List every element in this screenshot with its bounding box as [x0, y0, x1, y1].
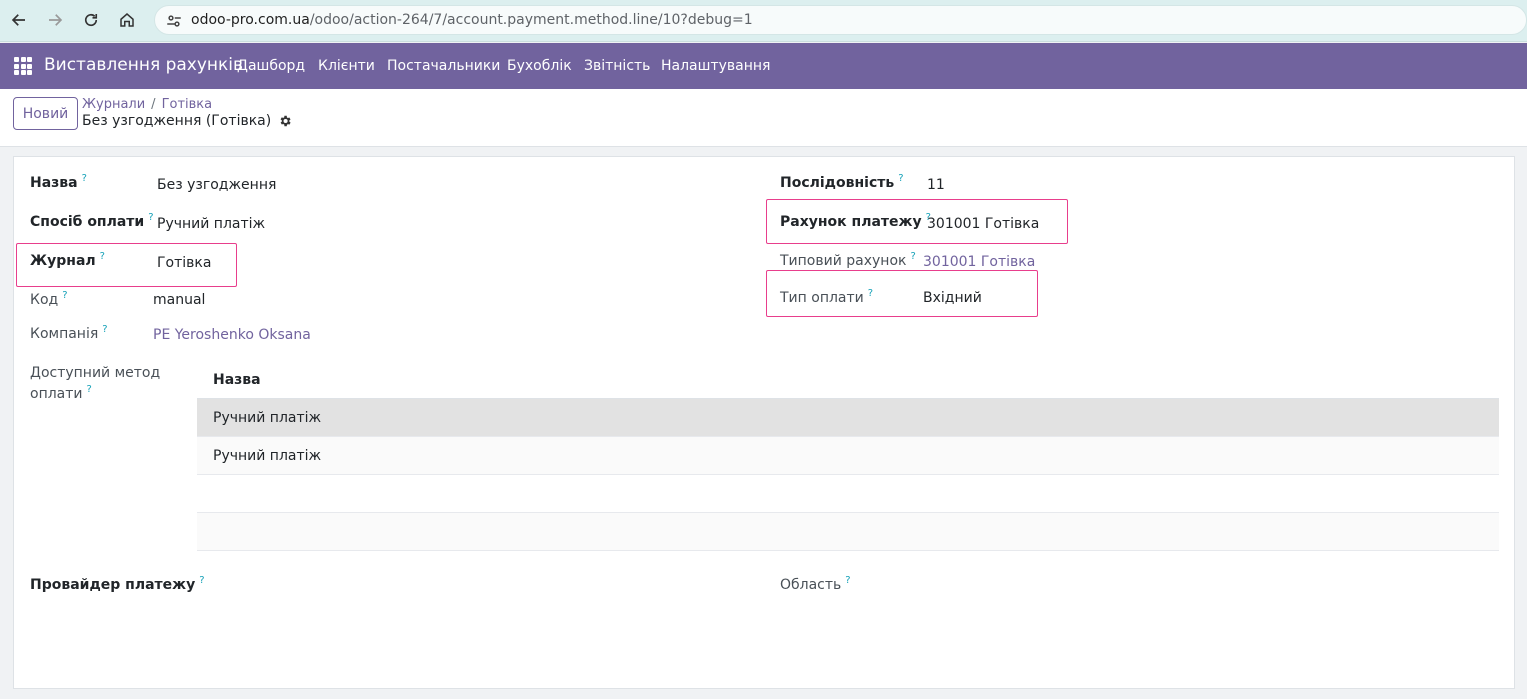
url-path: /odoo/action-264/7/account.payment.metho…: [309, 12, 753, 28]
breadcrumb-cash[interactable]: Готівка: [162, 97, 213, 112]
gear-icon[interactable]: [278, 114, 292, 128]
site-settings-icon[interactable]: [165, 12, 183, 30]
breadcrumb: Журнали / Готівка: [82, 97, 212, 112]
menu-vendors[interactable]: Постачальники: [387, 58, 500, 74]
payment-account-value[interactable]: 301001 Готівка: [927, 216, 1039, 232]
code-label: Код?: [30, 290, 68, 308]
help-icon[interactable]: ?: [100, 251, 105, 262]
back-icon[interactable]: [7, 8, 31, 32]
help-icon[interactable]: ?: [87, 384, 92, 395]
menu-customers[interactable]: Клієнти: [318, 58, 375, 74]
table-row-empty: [197, 513, 1499, 551]
forward-icon[interactable]: [43, 8, 67, 32]
new-button[interactable]: Новий: [13, 97, 78, 130]
payment-type-label: Тип оплати?: [780, 288, 874, 306]
table-header-name[interactable]: Назва: [197, 362, 1499, 399]
journal-value[interactable]: Готівка: [157, 255, 211, 271]
sequence-value[interactable]: 11: [927, 177, 945, 193]
apps-menu-icon[interactable]: [14, 57, 32, 75]
home-icon[interactable]: [115, 8, 139, 32]
menu-reporting[interactable]: Звітність: [584, 58, 650, 74]
name-label: Назва?: [30, 173, 87, 191]
name-value[interactable]: Без узгодження: [157, 177, 276, 193]
address-bar[interactable]: odoo-pro.com.ua/odoo/action-264/7/accoun…: [154, 5, 1527, 35]
default-account-label: Типовий рахунок?: [780, 251, 916, 269]
table-row-empty: [197, 475, 1499, 513]
menu-dashboard[interactable]: Дашборд: [237, 58, 305, 74]
journal-label: Журнал?: [30, 251, 105, 269]
app-title[interactable]: Виставлення рахунків: [44, 55, 243, 75]
payment-type-value: Вхідний: [923, 290, 982, 306]
table-row[interactable]: Ручний платіж: [197, 399, 1499, 437]
payment-account-label: Рахунок платежу?: [780, 212, 931, 230]
company-link[interactable]: PE Yeroshenko Oksana: [153, 327, 311, 343]
menu-configuration[interactable]: Налаштування: [661, 58, 770, 74]
record-title: Без узгодження (Готівка): [82, 113, 292, 129]
control-panel: Новий Журнали / Готівка Без узгодження (Го…: [0, 89, 1527, 147]
area-label: Область?: [780, 575, 851, 593]
help-icon[interactable]: ?: [910, 251, 915, 262]
help-icon[interactable]: ?: [62, 290, 67, 301]
help-icon[interactable]: ?: [102, 324, 107, 335]
sequence-label: Послідовність?: [780, 173, 904, 191]
url-text[interactable]: odoo-pro.com.ua/odoo/action-264/7/accoun…: [191, 12, 753, 28]
form-sheet: Назва? Без узгодження Спосіб оплати? Руч…: [13, 156, 1515, 689]
help-icon[interactable]: ?: [868, 288, 873, 299]
main-navbar: Виставлення рахунків Дашборд Клієнти Пос…: [0, 43, 1527, 89]
code-value: manual: [153, 292, 206, 308]
help-icon[interactable]: ?: [898, 173, 903, 184]
help-icon[interactable]: ?: [199, 575, 204, 586]
menu-accounting[interactable]: Бухоблік: [507, 58, 572, 74]
help-icon[interactable]: ?: [82, 173, 87, 184]
company-label: Компанія?: [30, 324, 108, 342]
payment-provider-label: Провайдер платежу?: [30, 575, 205, 593]
help-icon[interactable]: ?: [148, 212, 153, 223]
default-account-link[interactable]: 301001 Готівка: [923, 254, 1035, 270]
breadcrumb-journals[interactable]: Журнали: [82, 97, 145, 112]
browser-toolbar: odoo-pro.com.ua/odoo/action-264/7/accoun…: [0, 0, 1527, 42]
available-method-table: Назва Ручний платіж Ручний платіж: [197, 362, 1499, 551]
payment-method-value[interactable]: Ручний платіж: [157, 216, 265, 232]
reload-icon[interactable]: [79, 8, 103, 32]
table-row[interactable]: Ручний платіж: [197, 437, 1499, 475]
help-icon[interactable]: ?: [845, 575, 850, 586]
breadcrumb-separator: /: [151, 97, 156, 112]
url-host: odoo-pro.com.ua: [191, 12, 310, 28]
available-method-label: Доступний метод оплати?: [30, 365, 161, 402]
record-title-text: Без узгодження (Готівка): [82, 113, 272, 129]
payment-method-label: Спосіб оплати?: [30, 212, 154, 230]
